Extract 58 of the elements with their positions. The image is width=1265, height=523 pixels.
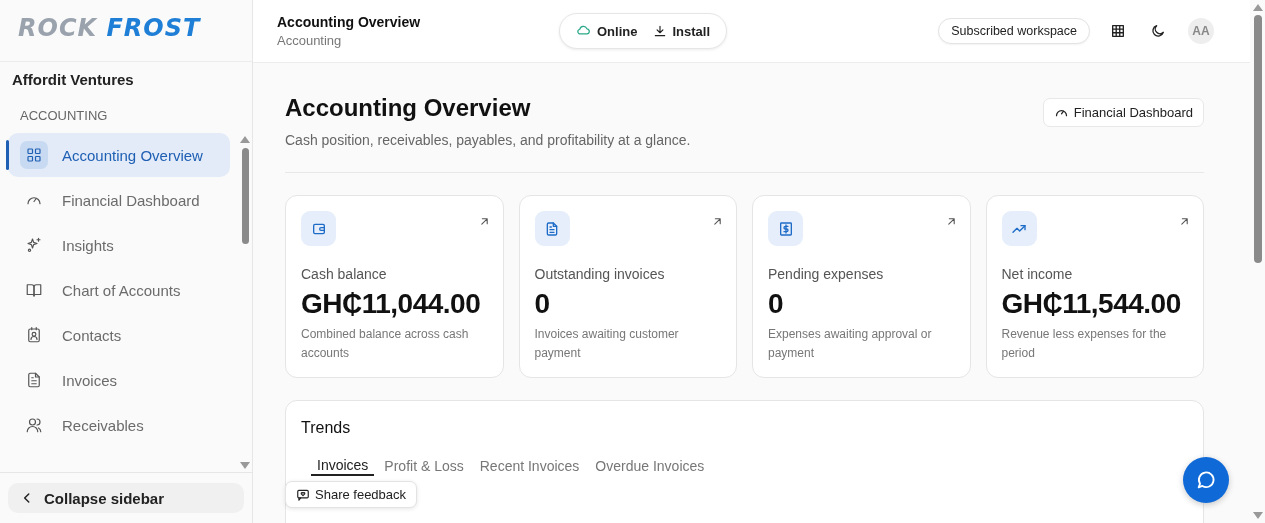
card-label: Net income — [1001, 266, 1074, 282]
plan-badge: Subscribed workspace — [938, 18, 1090, 44]
user-avatar[interactable]: AA — [1188, 18, 1214, 44]
sidebar-item[interactable]: Contacts — [8, 313, 230, 357]
book-icon — [25, 281, 43, 299]
card-note: Expenses awaiting approval or payment — [768, 326, 933, 362]
moon-icon — [1150, 23, 1166, 39]
card-note: Combined balance across cash accounts — [301, 326, 470, 362]
contact-card-icon — [25, 326, 43, 344]
chat-button[interactable] — [1183, 457, 1229, 503]
tab[interactable]: Overdue Invoices — [589, 457, 711, 476]
card-note: Invoices awaiting customer payment — [534, 326, 680, 362]
sidebar-item[interactable]: Insights — [8, 223, 230, 267]
share-feedback-button[interactable]: Share feedback — [285, 481, 418, 508]
install-button[interactable]: Install — [653, 23, 711, 39]
sidebar-item[interactable]: Invoices — [8, 358, 230, 402]
card-value: 0 — [534, 288, 551, 320]
stat-card[interactable]: Pending expenses 0 Expenses awaiting approval or payment — [752, 195, 971, 378]
card-note: Revenue less expenses for the period — [1001, 326, 1168, 362]
arrow-up-right-icon — [1178, 215, 1191, 228]
arrow-up-right-icon — [711, 215, 724, 228]
card-label: Pending expenses — [768, 266, 885, 282]
tab[interactable]: Profit & Loss — [378, 457, 470, 476]
users-icon — [25, 416, 43, 434]
stat-card[interactable]: Outstanding invoices 0 Invoices awaiting customer payment — [518, 195, 737, 378]
table-icon — [1110, 23, 1126, 39]
header-title: Accounting Overview — [277, 14, 422, 30]
sparkles-icon — [25, 236, 43, 254]
card-value: GH₵11,044.00 — [301, 288, 482, 320]
chat-bubble-icon — [1195, 469, 1217, 491]
grid-icon — [25, 146, 43, 164]
collapse-sidebar-button[interactable]: Collapse sidebar — [8, 483, 244, 513]
logo-text: ROCK FROST — [18, 14, 201, 42]
sidebar-item[interactable]: Financial Dashboard — [8, 178, 230, 222]
financial-dashboard-button[interactable]: Financial Dashboard — [1042, 98, 1204, 127]
card-value: 0 — [768, 288, 785, 320]
stat-card[interactable]: Cash balance GH₵11,044.00 Combined balance across cash accounts — [285, 195, 504, 378]
status-text: Online — [597, 23, 638, 39]
card-label: Cash balance — [301, 266, 388, 282]
card-title: Trends — [301, 419, 352, 437]
card-value: GH₵11,544.00 — [1001, 288, 1182, 320]
download-icon — [653, 24, 668, 38]
card-label: Outstanding invoices — [534, 266, 666, 282]
workspace-name: Affordit Ventures — [12, 71, 135, 88]
page-title: Accounting Overview — [285, 94, 532, 122]
document-icon — [544, 220, 560, 237]
feedback-icon — [296, 487, 310, 502]
header-subtitle: Accounting — [277, 33, 343, 48]
tab[interactable]: Recent Invoices — [473, 457, 586, 476]
sidebar-item[interactable]: Accounting Overview — [8, 133, 230, 177]
tab[interactable]: Invoices — [311, 457, 375, 476]
page-description: Cash position, receivables, payables, and profitability at a glance. — [285, 132, 692, 148]
section-heading: ACCOUNTING — [20, 108, 109, 123]
dollar-document-icon — [777, 220, 794, 237]
sidebar-item[interactable]: Receivables — [8, 403, 230, 447]
stat-card[interactable]: Net income GH₵11,544.00 Revenue less expenses for the period — [985, 195, 1204, 378]
document-icon — [25, 371, 43, 389]
sidebar-item[interactable]: Chart of Accounts — [8, 268, 230, 312]
